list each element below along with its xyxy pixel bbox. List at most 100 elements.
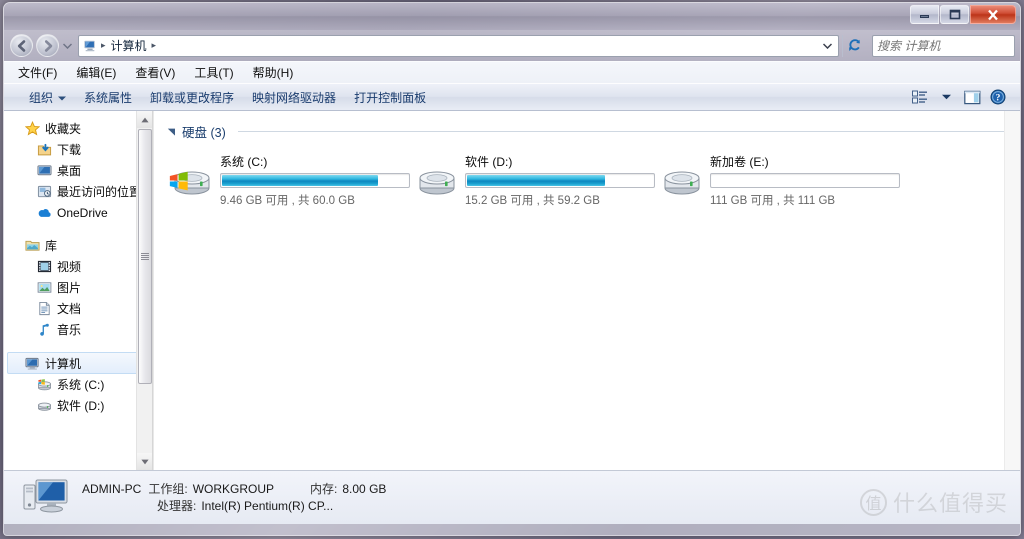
view-options-icon[interactable] (908, 86, 932, 108)
explorer-body: 收藏夹 下载 桌面 最近访问的位置 OneDrive 库 视频 图片 文档 音乐… (4, 111, 1020, 470)
menu-edit[interactable]: 编辑(E) (76, 64, 116, 81)
star-icon (24, 121, 40, 137)
breadcrumb-separator-0[interactable]: ▸ (98, 40, 109, 51)
processor-value: Intel(R) Pentium(R) CP... (201, 498, 334, 513)
scroll-down-button[interactable] (137, 453, 152, 470)
organize-button[interactable]: 组织 (20, 86, 75, 109)
menu-tools[interactable]: 工具(T) (194, 64, 233, 81)
group-title: 硬盘 (3) (182, 126, 226, 140)
sidebar-label: 视频 (57, 260, 82, 274)
pictures-icon (36, 280, 52, 296)
help-icon[interactable]: ? (986, 86, 1010, 108)
group-header-hard-disks[interactable]: 硬盘 (3) (166, 122, 1006, 141)
documents-icon (36, 301, 52, 317)
sidebar-item-onedrive[interactable]: OneDrive (4, 202, 152, 223)
open-control-panel-button[interactable]: 打开控制面板 (345, 86, 435, 109)
title-bar (4, 3, 1020, 30)
drive-item-d[interactable]: 软件 (D:) 15.2 GB 可用 , 共 59.2 GB (413, 152, 658, 208)
sidebar-item-recent-places[interactable]: 最近访问的位置 (4, 181, 152, 202)
menu-bar: 文件(F) 编辑(E) 查看(V) 工具(T) 帮助(H) (4, 61, 1020, 83)
drive-info-c: 系统 (C:) 9.46 GB 可用 , 共 60.0 GB (220, 152, 410, 208)
system-drive-icon (36, 377, 52, 393)
explorer-window: ▸ 计算机 ▸ 文件(F) 编辑(E) 查看(V) 工具(T) 帮助(H) (3, 2, 1021, 536)
sidebar-label: 软件 (D:) (57, 399, 105, 413)
sidebar-item-downloads[interactable]: 下载 (4, 139, 152, 160)
command-bar: 组织 系统属性 卸载或更改程序 映射网络驱动器 打开控制面板 ? (4, 83, 1020, 111)
system-properties-button[interactable]: 系统属性 (75, 86, 141, 109)
preview-pane-icon[interactable] (960, 86, 984, 108)
workgroup-value: WORKGROUP (192, 481, 275, 496)
drive-label: 软件 (D:) (465, 155, 513, 169)
breadcrumb-separator-1[interactable]: ▸ (149, 40, 160, 51)
search-input[interactable] (877, 38, 1020, 53)
drive-list: 系统 (C:) 9.46 GB 可用 , 共 60.0 GB 软件 (D:) 1… (154, 141, 1020, 208)
sidebar-item-videos[interactable]: 视频 (4, 256, 152, 277)
drive-info-e: 新加卷 (E:) 111 GB 可用 , 共 111 GB (710, 152, 900, 208)
sidebar-item-libraries[interactable]: 库 (4, 235, 152, 256)
navigation-scrollbar[interactable] (136, 111, 152, 470)
memory-label: 内存: (310, 481, 338, 496)
minimize-button[interactable] (910, 5, 939, 24)
library-icon (24, 238, 40, 254)
navigation-pane: 收藏夹 下载 桌面 最近访问的位置 OneDrive 库 视频 图片 文档 音乐… (4, 111, 152, 470)
menu-file[interactable]: 文件(F) (18, 64, 57, 81)
memory-value: 8.00 GB (342, 481, 387, 496)
drive-usage-fill (222, 175, 379, 186)
organize-label: 组织 (29, 90, 54, 105)
workgroup-label: 工作组: (148, 481, 188, 496)
scrollbar-thumb[interactable] (138, 129, 152, 384)
sidebar-item-documents[interactable]: 文档 (4, 298, 152, 319)
sidebar-item-pictures[interactable]: 图片 (4, 277, 152, 298)
refresh-button[interactable] (842, 34, 865, 57)
drive-icon (36, 398, 52, 414)
scroll-up-button[interactable] (137, 111, 152, 128)
sidebar-item-music[interactable]: 音乐 (4, 319, 152, 340)
collapse-triangle-icon[interactable] (166, 127, 176, 137)
menu-view[interactable]: 查看(V) (135, 64, 175, 81)
sidebar-item-desktop[interactable]: 桌面 (4, 160, 152, 181)
close-button[interactable] (970, 5, 1016, 24)
breadcrumb-computer[interactable]: 计算机 (109, 37, 149, 54)
chevron-down-icon (58, 90, 67, 104)
drive-usage-fill (467, 175, 605, 186)
uninstall-change-program-button[interactable]: 卸载或更改程序 (141, 86, 243, 109)
watermark: 值 什么值得买 (859, 486, 1008, 518)
forward-button[interactable] (36, 34, 59, 57)
search-box[interactable] (872, 34, 1020, 57)
address-bar[interactable]: ▸ 计算机 ▸ (78, 34, 839, 57)
maximize-button[interactable] (940, 5, 969, 24)
details-text: ADMIN-PC 工作组: WORKGROUP 内存: 8.00 GB 处理器:… (82, 481, 386, 515)
desktop-icon (36, 163, 52, 179)
drive-item-e[interactable]: 新加卷 (E:) 111 GB 可用 , 共 111 GB (658, 152, 903, 208)
sidebar-item-drive-d[interactable]: 软件 (D:) (4, 395, 152, 416)
details-pane: ADMIN-PC 工作组: WORKGROUP 内存: 8.00 GB 处理器:… (4, 470, 1020, 524)
back-button[interactable] (10, 34, 33, 57)
sidebar-label: 系统 (C:) (57, 378, 105, 392)
drive-label: 系统 (C:) (220, 155, 268, 169)
chevron-down-icon[interactable] (934, 86, 958, 108)
menu-help[interactable]: 帮助(H) (253, 64, 294, 81)
drive-usage-bar (220, 173, 410, 188)
drive-info-d: 软件 (D:) 15.2 GB 可用 , 共 59.2 GB (465, 152, 655, 208)
map-network-drive-button[interactable]: 映射网络驱动器 (243, 86, 345, 109)
recent-places-icon (36, 184, 52, 200)
sidebar-label: 文档 (57, 302, 82, 316)
svg-text:?: ? (996, 94, 1001, 104)
scrollbar-grip-icon (141, 252, 149, 261)
sidebar-label: 收藏夹 (45, 122, 82, 136)
sidebar-item-drive-c[interactable]: 系统 (C:) (4, 374, 152, 395)
sidebar-item-computer[interactable]: 计算机 (7, 352, 148, 374)
sidebar-item-favorites[interactable]: 收藏夹 (4, 118, 152, 139)
command-bar-right: ? (908, 86, 1014, 108)
drive-capacity-text: 111 GB 可用 , 共 111 GB (710, 195, 836, 207)
sidebar-label: 计算机 (45, 356, 82, 371)
drive-capacity-text: 9.46 GB 可用 , 共 60.0 GB (220, 195, 355, 207)
drive-usage-bar (710, 173, 900, 188)
content-pane: 硬盘 (3) 系统 (C:) 9.46 GB 可用 , 共 60.0 GB 软件… (154, 111, 1020, 470)
content-scrollbar[interactable] (1004, 111, 1020, 470)
drive-item-c[interactable]: 系统 (C:) 9.46 GB 可用 , 共 60.0 GB (168, 152, 413, 208)
recent-pages-dropdown[interactable] (62, 42, 73, 49)
downloads-icon (36, 142, 52, 158)
address-dropdown-icon[interactable] (819, 36, 836, 56)
